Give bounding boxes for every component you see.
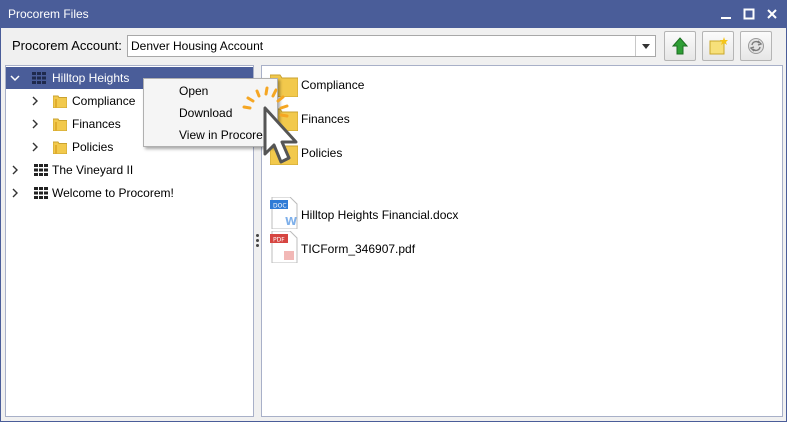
app-window: Procorem Files Procorem Account: Denver …: [0, 0, 787, 422]
refresh-icon: [748, 38, 764, 54]
list-item-label: Finances: [301, 112, 350, 126]
close-icon: [767, 9, 777, 19]
upload-button[interactable]: [664, 31, 696, 61]
menu-item-download[interactable]: Download: [179, 106, 232, 120]
client-area: Procorem Account: Denver Housing Account: [1, 28, 786, 421]
tree-item-label: Policies: [72, 140, 114, 154]
new-folder-icon: [709, 37, 728, 55]
menu-item-open[interactable]: Open: [179, 84, 208, 98]
splitter-grip-icon[interactable]: [256, 234, 259, 248]
tree-item-label: Compliance: [72, 94, 136, 108]
menu-item-view-in-procorem[interactable]: View in Procorem: [179, 128, 273, 142]
account-label: Procorem Account:: [12, 38, 122, 53]
chevron-right-icon[interactable]: [10, 188, 20, 198]
tree-item-label: Hilltop Heights: [52, 71, 130, 85]
tree-item-the-vineyard-ii[interactable]: The Vineyard II: [6, 159, 253, 181]
chevron-right-icon[interactable]: [30, 119, 40, 129]
list-item-label: Policies: [301, 146, 343, 160]
tree-item-label: The Vineyard II: [52, 163, 134, 177]
account-dropdown-value: Denver Housing Account: [131, 39, 264, 53]
chevron-right-icon[interactable]: [30, 96, 40, 106]
maximize-icon: [743, 8, 755, 20]
folder-icon: [52, 94, 68, 109]
folder-icon: [52, 140, 68, 155]
context-menu: Open Download View in Procorem: [143, 78, 278, 147]
list-item-finances[interactable]: Finances: [268, 103, 768, 135]
list-item-label: Hilltop Heights Financial.docx: [301, 208, 459, 222]
minimize-button[interactable]: [716, 4, 736, 24]
list-item-compliance[interactable]: Compliance: [268, 69, 768, 101]
dropdown-arrow-icon[interactable]: [635, 36, 655, 56]
minimize-icon: [721, 17, 731, 19]
svg-text:W: W: [285, 215, 297, 228]
tree-item-label: Welcome to Procorem!: [52, 186, 174, 200]
docx-badge: DOC: [273, 203, 287, 210]
chevron-right-icon[interactable]: [10, 165, 20, 175]
list-item-ticform-pdf[interactable]: PDF TICForm_346907.pdf: [268, 230, 768, 266]
tree-item-welcome-to-procorem[interactable]: Welcome to Procorem!: [6, 182, 253, 204]
new-folder-button[interactable]: [702, 31, 734, 61]
list-item-label: Compliance: [301, 78, 365, 92]
grid-icon: [32, 72, 46, 84]
chevron-right-icon[interactable]: [30, 142, 40, 152]
docx-icon: DOC W: [270, 196, 298, 232]
list-item-policies[interactable]: Policies: [268, 137, 768, 169]
title-bar[interactable]: Procorem Files: [0, 0, 787, 28]
window-title: Procorem Files: [8, 7, 89, 21]
grid-icon: [34, 164, 48, 176]
close-button[interactable]: [762, 4, 782, 24]
chevron-down-icon[interactable]: [10, 73, 20, 83]
grid-icon: [34, 187, 48, 199]
file-list[interactable]: Compliance Finances Policies DOC W Hillt…: [261, 65, 783, 417]
maximize-button[interactable]: [739, 4, 759, 24]
refresh-button[interactable]: [740, 31, 772, 61]
pdf-icon: PDF: [270, 230, 298, 266]
folder-icon: [52, 117, 68, 132]
green-up-arrow-icon: [672, 37, 688, 55]
list-item-label: TICForm_346907.pdf: [301, 242, 416, 256]
account-dropdown[interactable]: Denver Housing Account: [127, 35, 656, 57]
pdf-badge: PDF: [273, 237, 285, 244]
list-item-hilltop-heights-financial-docx[interactable]: DOC W Hilltop Heights Financial.docx: [268, 196, 768, 232]
tree-item-label: Finances: [72, 117, 121, 131]
